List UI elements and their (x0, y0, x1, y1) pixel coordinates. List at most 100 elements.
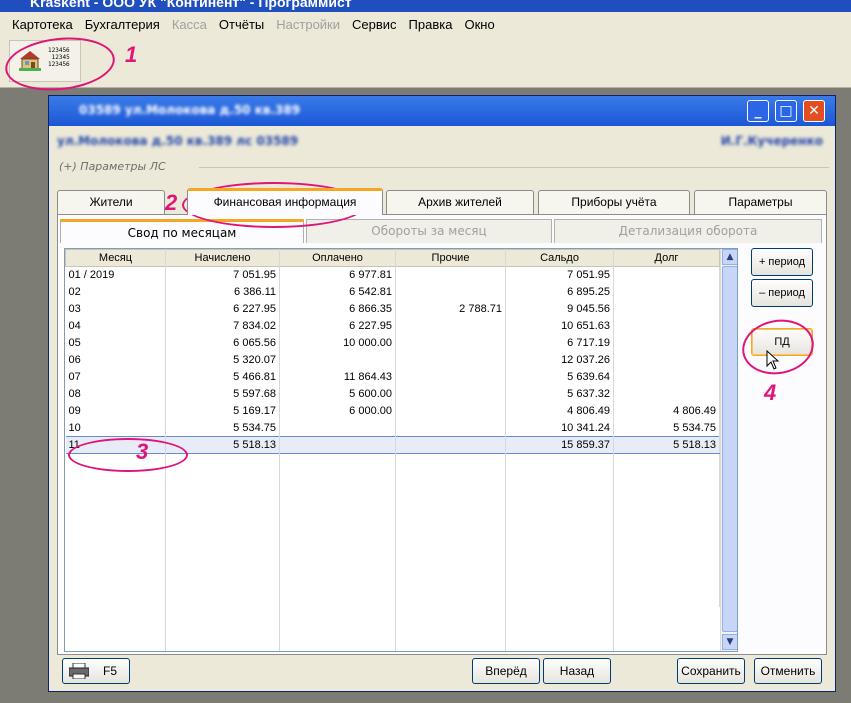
table-cell (279, 555, 396, 573)
table-cell: 6 542.81 (279, 283, 396, 301)
menu-item[interactable]: Правка (403, 17, 459, 32)
table-row[interactable]: 08 5 597.68 5 600.00 5 637.32 (65, 385, 720, 403)
cancel-button[interactable]: Отменить (754, 658, 822, 684)
table-cell (395, 572, 506, 590)
minimize-button[interactable]: _ (747, 100, 769, 122)
table-cell: 01 / 2019 (65, 266, 166, 284)
column-separator (395, 249, 396, 651)
table-cell (613, 317, 720, 335)
table-row[interactable]: 01 / 2019 7 051.95 6 977.81 7 051.95 (65, 266, 720, 284)
column-header[interactable]: Месяц (65, 249, 166, 267)
table-cell (65, 504, 166, 522)
scroll-down-icon[interactable]: ▼ (722, 634, 737, 650)
tab-financial-info[interactable]: Финансовая информация (187, 188, 383, 215)
remove-period-button[interactable]: – период (751, 279, 813, 307)
table-cell: 5 534.75 (613, 419, 720, 437)
printer-icon (69, 663, 89, 679)
add-period-button[interactable]: + период (751, 248, 813, 276)
menu-item[interactable]: Отчёты (213, 17, 270, 32)
table-cell (165, 470, 280, 488)
table-cell: 9 045.56 (505, 300, 614, 318)
vertical-scrollbar[interactable]: ▲ ▼ (720, 249, 737, 651)
menu-item[interactable]: Бухгалтерия (79, 17, 166, 32)
subtab-turnover-details[interactable]: Детализация оборота (554, 219, 822, 243)
scrollbar-thumb[interactable] (722, 266, 737, 632)
table-cell (505, 521, 614, 539)
table-cell (395, 402, 506, 420)
table-cell (505, 589, 614, 607)
back-button[interactable]: Назад (543, 658, 611, 684)
column-header[interactable]: Начислено (165, 249, 280, 267)
maximize-button[interactable]: □ (775, 100, 797, 122)
table-cell (395, 317, 506, 335)
params-expander[interactable]: (+) Параметры ЛС (59, 160, 831, 174)
window-title-bar[interactable]: 03589 ул.Молокова д.50 кв.389 _ □ ✕ (49, 96, 835, 126)
table-row[interactable]: 02 6 386.11 6 542.81 6 895.25 (65, 283, 720, 301)
menu-item[interactable]: Окно (458, 17, 500, 32)
table-cell: 09 (65, 402, 166, 420)
table-cell (65, 521, 166, 539)
column-header[interactable]: Прочие (395, 249, 506, 267)
table-cell: 10 (65, 419, 166, 437)
menu-item[interactable]: Сервис (346, 17, 403, 32)
table-cell (279, 351, 396, 369)
empty-row (65, 589, 720, 607)
column-header[interactable]: Оплачено (279, 249, 396, 267)
table-cell (279, 572, 396, 590)
save-button[interactable]: Сохранить (677, 658, 745, 684)
table-row[interactable]: 09 5 169.17 6 000.00 4 806.49 4 806.49 (65, 402, 720, 420)
params-label: (+) Параметры ЛС (59, 160, 166, 173)
table-cell (505, 538, 614, 556)
column-separator (505, 249, 506, 651)
tab-parameters[interactable]: Параметры (694, 190, 827, 214)
menu-item[interactable]: Касса (166, 17, 213, 32)
tab-residents-archive[interactable]: Архив жителей (386, 190, 534, 214)
table-cell (395, 521, 506, 539)
table-row[interactable]: 07 5 466.81 11 864.43 5 639.64 (65, 368, 720, 386)
subtab-monthly-turnover[interactable]: Обороты за месяц (306, 219, 552, 243)
menu-item[interactable]: Настройки (270, 17, 346, 32)
table-cell (395, 589, 506, 607)
scroll-up-icon[interactable]: ▲ (722, 249, 737, 265)
table-cell: 10 341.24 (505, 419, 614, 437)
table-cell: 06 (65, 351, 166, 369)
empty-row (65, 555, 720, 573)
table-cell (65, 555, 166, 573)
table-row[interactable]: 04 7 834.02 6 227.95 10 651.63 (65, 317, 720, 335)
table-cell (505, 572, 614, 590)
menu-item[interactable]: Картотека (6, 17, 79, 32)
table-cell (279, 521, 396, 539)
print-shortcut: F5 (102, 664, 117, 678)
close-button[interactable]: ✕ (803, 100, 825, 122)
table-cell: 6 386.11 (165, 283, 280, 301)
forward-button[interactable]: Вперёд (472, 658, 540, 684)
column-header[interactable]: Долг (613, 249, 720, 267)
table-cell: 6 065.56 (165, 334, 280, 352)
table-cell: 03 (65, 300, 166, 318)
table-row[interactable]: 06 5 320.07 12 037.26 (65, 351, 720, 369)
empty-row (65, 487, 720, 505)
table-cell: 7 051.95 (165, 266, 280, 284)
table-cell (613, 266, 720, 284)
table-cell (165, 487, 280, 505)
table-cell (395, 436, 506, 454)
financial-panel: Свод по месяцам Обороты за месяц Детализ… (57, 214, 827, 655)
table-row[interactable]: 05 6 065.56 10 000.00 6 717.19 (65, 334, 720, 352)
table-cell: 5 518.13 (613, 436, 720, 454)
table-cell (165, 538, 280, 556)
table-cell (613, 521, 720, 539)
table-cell (279, 436, 396, 454)
tab-residents[interactable]: Жители (57, 190, 165, 214)
table-cell: 5 320.07 (165, 351, 280, 369)
print-button[interactable]: F5 (62, 658, 130, 684)
tab-meters[interactable]: Приборы учёта (538, 190, 690, 214)
table-cell (613, 385, 720, 403)
column-header[interactable]: Сальдо (505, 249, 614, 267)
table-cell: 5 637.32 (505, 385, 614, 403)
column-separator (279, 249, 280, 651)
table-row[interactable]: 10 5 534.75 10 341.24 5 534.75 (65, 419, 720, 437)
table-cell (505, 504, 614, 522)
table-cell: 04 (65, 317, 166, 335)
table-cell: 7 834.02 (165, 317, 280, 335)
table-row[interactable]: 03 6 227.95 6 866.35 2 788.71 9 045.56 (65, 300, 720, 318)
